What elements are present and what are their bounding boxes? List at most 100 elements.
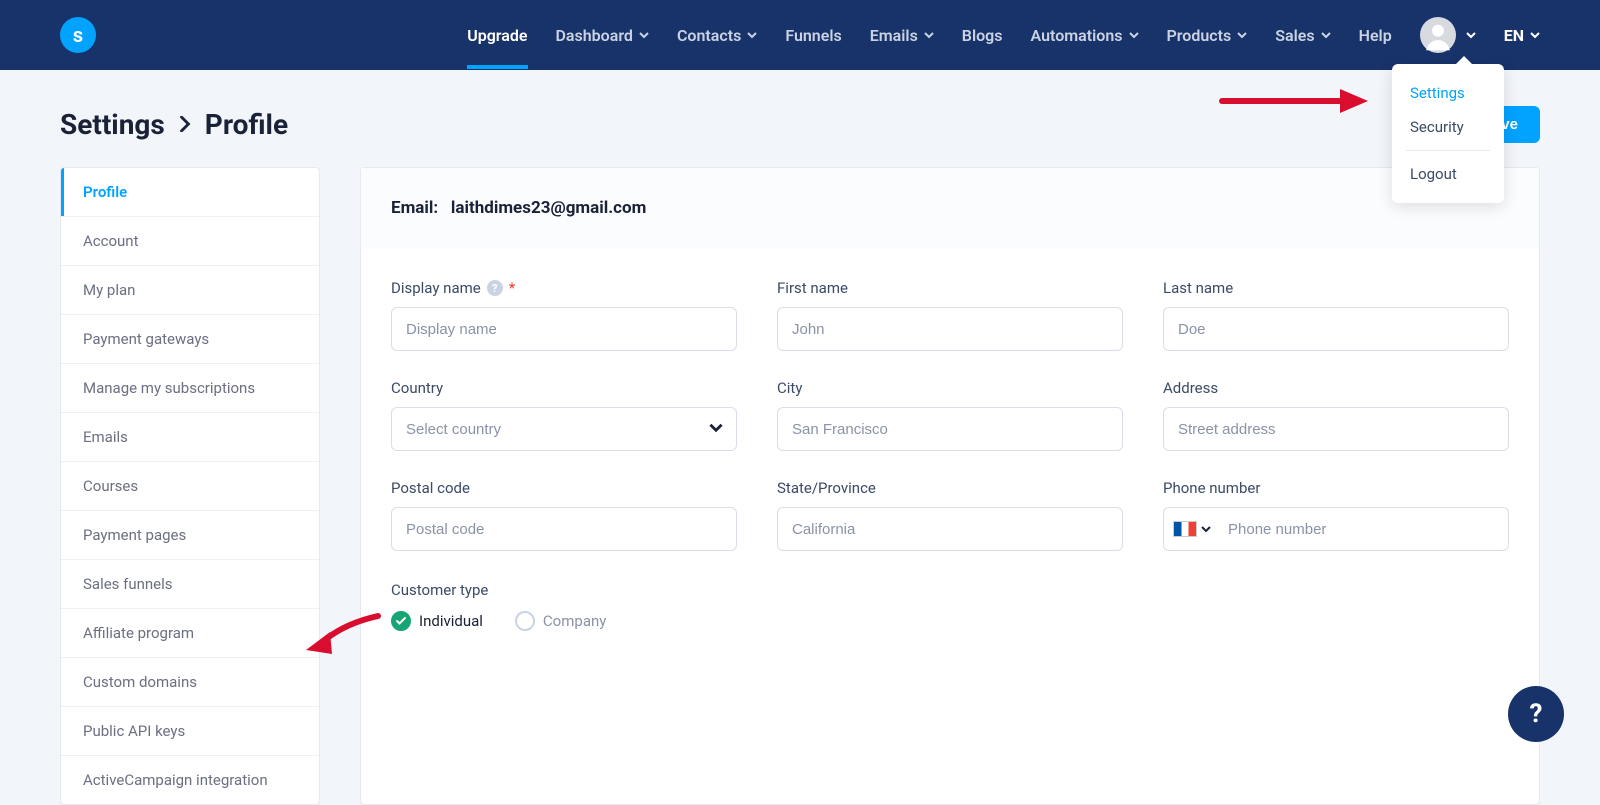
sidebar-item-my-plan[interactable]: My plan [61, 266, 319, 315]
app-logo-letter: s [73, 23, 83, 47]
sidebar-item-profile[interactable]: Profile [61, 168, 319, 217]
avatar-icon [1420, 17, 1456, 53]
nav-label: Contacts [677, 26, 741, 45]
app-logo[interactable]: s [60, 17, 96, 53]
chevron-down-icon [639, 30, 649, 40]
sidebar-item-sales-funnels[interactable]: Sales funnels [61, 560, 319, 609]
radio-label: Individual [419, 612, 483, 630]
nav-label: Automations [1031, 26, 1123, 45]
field-postal: Postal code [391, 479, 737, 551]
nav-label: Products [1167, 26, 1232, 45]
dropdown-item-settings[interactable]: Settings [1392, 76, 1504, 110]
nav-label: Blogs [962, 26, 1003, 45]
field-state: State/Province [777, 479, 1123, 551]
nav-label: Funnels [785, 26, 841, 45]
nav-label: Upgrade [467, 26, 527, 45]
field-display-name: Display name ? * [391, 279, 737, 351]
nav-emails[interactable]: Emails [870, 2, 934, 69]
profile-panel: Email: laithdimes23@gmail.com Display na… [360, 167, 1540, 805]
field-country: Country [391, 379, 737, 451]
main-nav: Upgrade Dashboard Contacts Funnels Email… [467, 0, 1540, 77]
nav-help[interactable]: Help [1359, 2, 1392, 69]
phone-country-select[interactable] [1173, 521, 1211, 537]
chevron-down-icon [1466, 30, 1476, 40]
radio-individual[interactable]: Individual [391, 611, 483, 631]
breadcrumb-page: Profile [205, 108, 288, 141]
sidebar-item-payment-pages[interactable]: Payment pages [61, 511, 319, 560]
display-name-label: Display name ? * [391, 279, 737, 297]
radio-company[interactable]: Company [515, 611, 606, 631]
phone-label: Phone number [1163, 479, 1509, 497]
address-label: Address [1163, 379, 1509, 397]
phone-input[interactable] [1163, 507, 1509, 551]
first-name-input[interactable] [777, 307, 1123, 351]
sidebar-item-public-api-keys[interactable]: Public API keys [61, 707, 319, 756]
city-input[interactable] [777, 407, 1123, 451]
nav-automations[interactable]: Automations [1031, 2, 1139, 69]
radio-checked-icon [391, 611, 411, 631]
sidebar-item-account[interactable]: Account [61, 217, 319, 266]
chevron-down-icon [1237, 30, 1247, 40]
dropdown-item-logout[interactable]: Logout [1392, 157, 1504, 191]
dropdown-item-security[interactable]: Security [1392, 110, 1504, 144]
country-select[interactable] [391, 407, 737, 451]
chevron-down-icon [924, 30, 934, 40]
top-nav: s Upgrade Dashboard Contacts Funnels Ema… [0, 0, 1600, 70]
nav-label: Help [1359, 26, 1392, 45]
field-first-name: First name [777, 279, 1123, 351]
nav-blogs[interactable]: Blogs [962, 2, 1003, 69]
nav-dashboard[interactable]: Dashboard [556, 2, 649, 69]
help-fab[interactable]: ? [1508, 686, 1564, 742]
chevron-down-icon [747, 30, 757, 40]
settings-sidebar: Profile Account My plan Payment gateways… [60, 167, 320, 805]
label-text: Display name [391, 279, 481, 297]
breadcrumb: Settings Profile [60, 108, 288, 141]
help-icon[interactable]: ? [487, 280, 503, 296]
page-header: Settings Profile Save [0, 70, 1600, 167]
nav-label: EN [1504, 26, 1524, 45]
chevron-down-icon [1129, 30, 1139, 40]
profile-email-row: Email: laithdimes23@gmail.com [361, 168, 1539, 249]
state-label: State/Province [777, 479, 1123, 497]
postal-label: Postal code [391, 479, 737, 497]
nav-upgrade[interactable]: Upgrade [467, 2, 527, 69]
city-label: City [777, 379, 1123, 397]
state-input[interactable] [777, 507, 1123, 551]
breadcrumb-root[interactable]: Settings [60, 108, 165, 141]
sidebar-item-payment-gateways[interactable]: Payment gateways [61, 315, 319, 364]
nav-language[interactable]: EN [1504, 2, 1540, 69]
sidebar-item-emails[interactable]: Emails [61, 413, 319, 462]
field-city: City [777, 379, 1123, 451]
help-fab-text: ? [1530, 699, 1543, 729]
first-name-label: First name [777, 279, 1123, 297]
nav-contacts[interactable]: Contacts [677, 2, 757, 69]
sidebar-item-manage-subscriptions[interactable]: Manage my subscriptions [61, 364, 319, 413]
field-last-name: Last name [1163, 279, 1509, 351]
customer-type-label: Customer type [391, 581, 1509, 599]
sidebar-item-custom-domains[interactable]: Custom domains [61, 658, 319, 707]
flag-france-icon [1173, 521, 1197, 537]
chevron-down-icon [1321, 30, 1331, 40]
display-name-input[interactable] [391, 307, 737, 351]
chevron-down-icon [1201, 524, 1211, 534]
nav-sales[interactable]: Sales [1275, 2, 1330, 69]
nav-products[interactable]: Products [1167, 2, 1248, 69]
chevron-down-icon [1530, 30, 1540, 40]
email-label: Email: [391, 198, 438, 218]
nav-funnels[interactable]: Funnels [785, 2, 841, 69]
dropdown-separator [1406, 150, 1490, 151]
profile-form: Display name ? * First name Last name Co… [361, 249, 1539, 551]
address-input[interactable] [1163, 407, 1509, 451]
email-value: laithdimes23@gmail.com [451, 198, 646, 218]
sidebar-item-affiliate-program[interactable]: Affiliate program [61, 609, 319, 658]
chevron-right-icon [179, 113, 191, 137]
customer-type-options: Individual Company [391, 611, 1509, 631]
sidebar-item-activecampaign[interactable]: ActiveCampaign integration [61, 756, 319, 804]
country-label: Country [391, 379, 737, 397]
avatar-dropdown: Settings Security Logout [1392, 64, 1504, 203]
nav-label: Emails [870, 26, 918, 45]
sidebar-item-courses[interactable]: Courses [61, 462, 319, 511]
last-name-input[interactable] [1163, 307, 1509, 351]
radio-label: Company [543, 612, 606, 630]
postal-input[interactable] [391, 507, 737, 551]
